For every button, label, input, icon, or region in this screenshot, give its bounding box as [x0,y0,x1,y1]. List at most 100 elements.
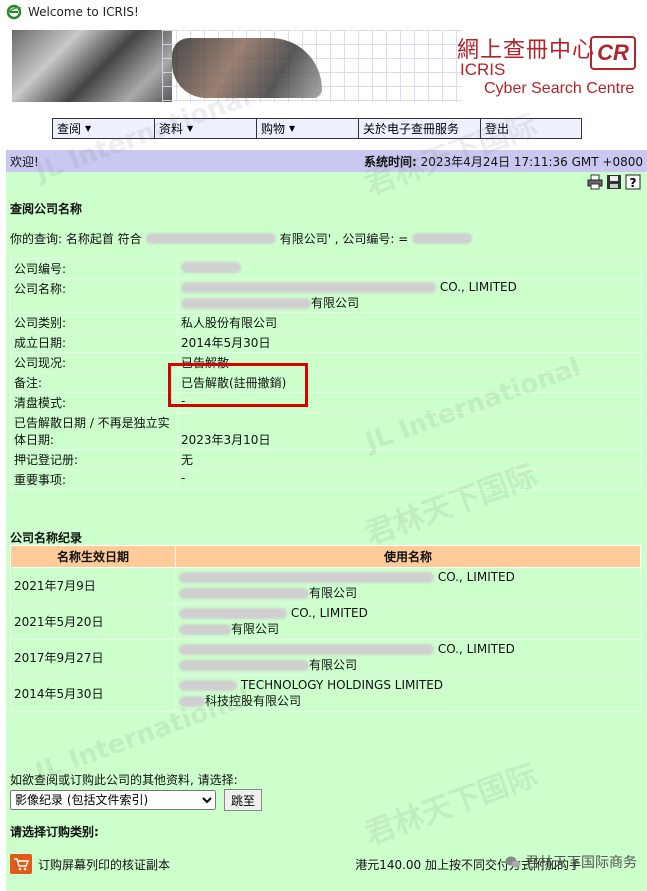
caret-down-icon: ▼ [187,124,194,133]
redacted-text [179,680,237,691]
banner-icris: ICRIS [460,60,506,79]
icris-banner: 網上查冊中心 CR ICRIS Cyber Search Centre [12,30,642,102]
help-icon[interactable]: ? [625,174,641,190]
banner-subtitle: Cyber Search Centre [484,80,635,97]
wechat-icon [505,856,521,868]
field-label: 公司名称: [10,278,178,313]
info-type-select[interactable]: 影像纪录 (包括文件索引) [10,790,216,810]
system-time-value: 2023年4月24日 17:11:36 GMT +0800 [420,154,643,169]
query-line: 你的查询: 名称起首 符合 有限公司' , 公司编号: = [10,230,473,247]
welcome-bar: 欢迎! 系统时间: 2023年4月24日 17:11:36 GMT +0800 [6,150,647,172]
history-name: CO., LIMITED 有限公司 [175,567,641,604]
table-header-row: 名称生效日期 使用名称 [10,545,641,568]
history-name-en: CO., LIMITED [437,570,515,584]
caret-down-icon: ▼ [289,124,296,133]
window-title: Welcome to ICRIS! [28,5,139,19]
field-value: 无 [177,449,641,470]
menu-about[interactable]: 关於电子查冊服务 [359,119,481,138]
menu-about-label: 关於电子查冊服务 [363,122,460,136]
menu-logout-label: 登出 [485,122,510,136]
name-history-table: 名称生效日期 使用名称 2021年7月9日 CO., LIMITED 有限公司 … [10,545,641,712]
table-row: 2021年5月20日 CO., LIMITED 有限公司 [10,603,641,640]
cr-logo-mark: CR [590,36,636,70]
cart-icon[interactable] [10,854,32,874]
table-row: 成立日期: 2014年5月30日 [10,332,641,353]
redacted-text [179,588,309,599]
field-label: 备注: [10,372,178,393]
redacted-text [179,608,287,619]
menu-query-label: 查阅 [57,122,82,136]
company-name-cn: 有限公司 [311,296,360,310]
main-menu-bar: 查阅 ▼ 资料 ▼ 购物 ▼ 关於电子查冊服务 登出 [52,118,582,139]
order-item-label[interactable]: 订购屏幕列印的核证副本 [38,856,170,873]
history-name-cn: 有限公司 [231,622,280,636]
redacted-text [145,233,276,244]
table-row: 2021年7月9日 CO., LIMITED 有限公司 [10,567,641,604]
history-date: 2021年5月20日 [10,603,176,640]
field-value: CO., LIMITED 有限公司 [177,278,641,313]
system-time: 系统时间: 2023年4月24日 17:11:36 GMT +0800 [364,153,647,170]
highlight-box [168,363,308,407]
save-icon[interactable] [606,174,622,190]
history-name-en: CO., LIMITED [290,606,368,620]
cart-glyph-icon [14,858,29,871]
redacted-text [181,262,241,273]
order-title: 请选择订购类别: [10,825,99,839]
table-row: 押记登记册: 无 [10,449,641,470]
redacted-text [412,233,473,244]
table-row: 2017年9月27日 CO., LIMITED 有限公司 [10,639,641,676]
table-row: 2014年5月30日 TECHNOLOGY HOLDINGS LIMITED 科… [10,675,641,712]
watermark-footer: 君林天下国际商务 [505,852,637,872]
print-icon[interactable] [587,174,603,190]
more-info-controls: 影像纪录 (包括文件索引) 跳至 [10,789,263,811]
column-header: 名称生效日期 [10,545,176,568]
history-date: 2021年7月9日 [10,567,176,604]
field-label: 成立日期: [10,332,178,353]
query-suffix: 有限公司' , 公司编号: = [279,232,409,246]
table-row: 重要事项: - [10,469,641,490]
go-button[interactable]: 跳至 [224,789,263,811]
window-titlebar: Welcome to ICRIS! [0,0,647,24]
redacted-text [179,644,434,655]
menu-info[interactable]: 资料 ▼ [155,119,257,138]
field-label: 押记登记册: [10,449,178,470]
redacted-text [179,696,205,707]
watermark-footer-text: 君林天下国际商务 [525,855,637,871]
search-title: 查阅公司名称 [10,202,83,216]
query-prefix: 你的查询: 名称起首 符合 [10,232,142,246]
history-date: 2014年5月30日 [10,675,176,712]
history-name: CO., LIMITED 有限公司 [175,639,641,676]
table-row: 备注: 已告解散(註冊撤銷) [10,372,641,393]
table-row: 公司现况: 已告解散 [10,352,641,373]
field-value [177,258,641,279]
menu-shopping-label: 购物 [261,122,286,136]
table-row: 已告解散日期 / 不再是独立实体日期: 2023年3月10日 [10,412,641,450]
history-name-cn: 有限公司 [309,658,358,672]
banner-photo-collage [172,38,322,98]
history-name-cn: 有限公司 [309,586,358,600]
history-title: 公司名称纪录 [10,531,83,545]
history-name: TECHNOLOGY HOLDINGS LIMITED 科技控股有限公司 [175,675,641,712]
field-value: - [177,469,641,490]
menu-shopping[interactable]: 购物 ▼ [257,119,359,138]
history-name-cn: 科技控股有限公司 [205,694,302,708]
field-label: 公司类别: [10,312,178,333]
company-info-table: 公司编号: 公司名称: CO., LIMITED 有限公司 公司类别: 私人股份… [10,258,641,490]
field-value: 私人股份有限公司 [177,312,641,333]
menu-query[interactable]: 查阅 ▼ [53,119,155,138]
column-header: 使用名称 [175,545,641,568]
caret-down-icon: ▼ [85,124,92,133]
table-row: 公司名称: CO., LIMITED 有限公司 [10,278,641,313]
field-label: 公司编号: [10,258,178,279]
welcome-greeting: 欢迎! [10,154,39,169]
history-name-en: TECHNOLOGY HOLDINGS LIMITED [240,678,444,692]
history-name: CO., LIMITED 有限公司 [175,603,641,640]
menu-logout[interactable]: 登出 [481,119,581,138]
menu-info-label: 资料 [159,122,184,136]
system-time-label: 系统时间: [364,154,417,169]
company-name-en: CO., LIMITED [439,280,517,294]
ie-browser-icon [6,4,22,20]
field-value: 2023年3月10日 [177,412,641,450]
content-panel: ? 查阅公司名称 你的查询: 名称起首 符合 有限公司' , 公司编号: = 公… [6,172,647,891]
field-value: 2014年5月30日 [177,332,641,353]
